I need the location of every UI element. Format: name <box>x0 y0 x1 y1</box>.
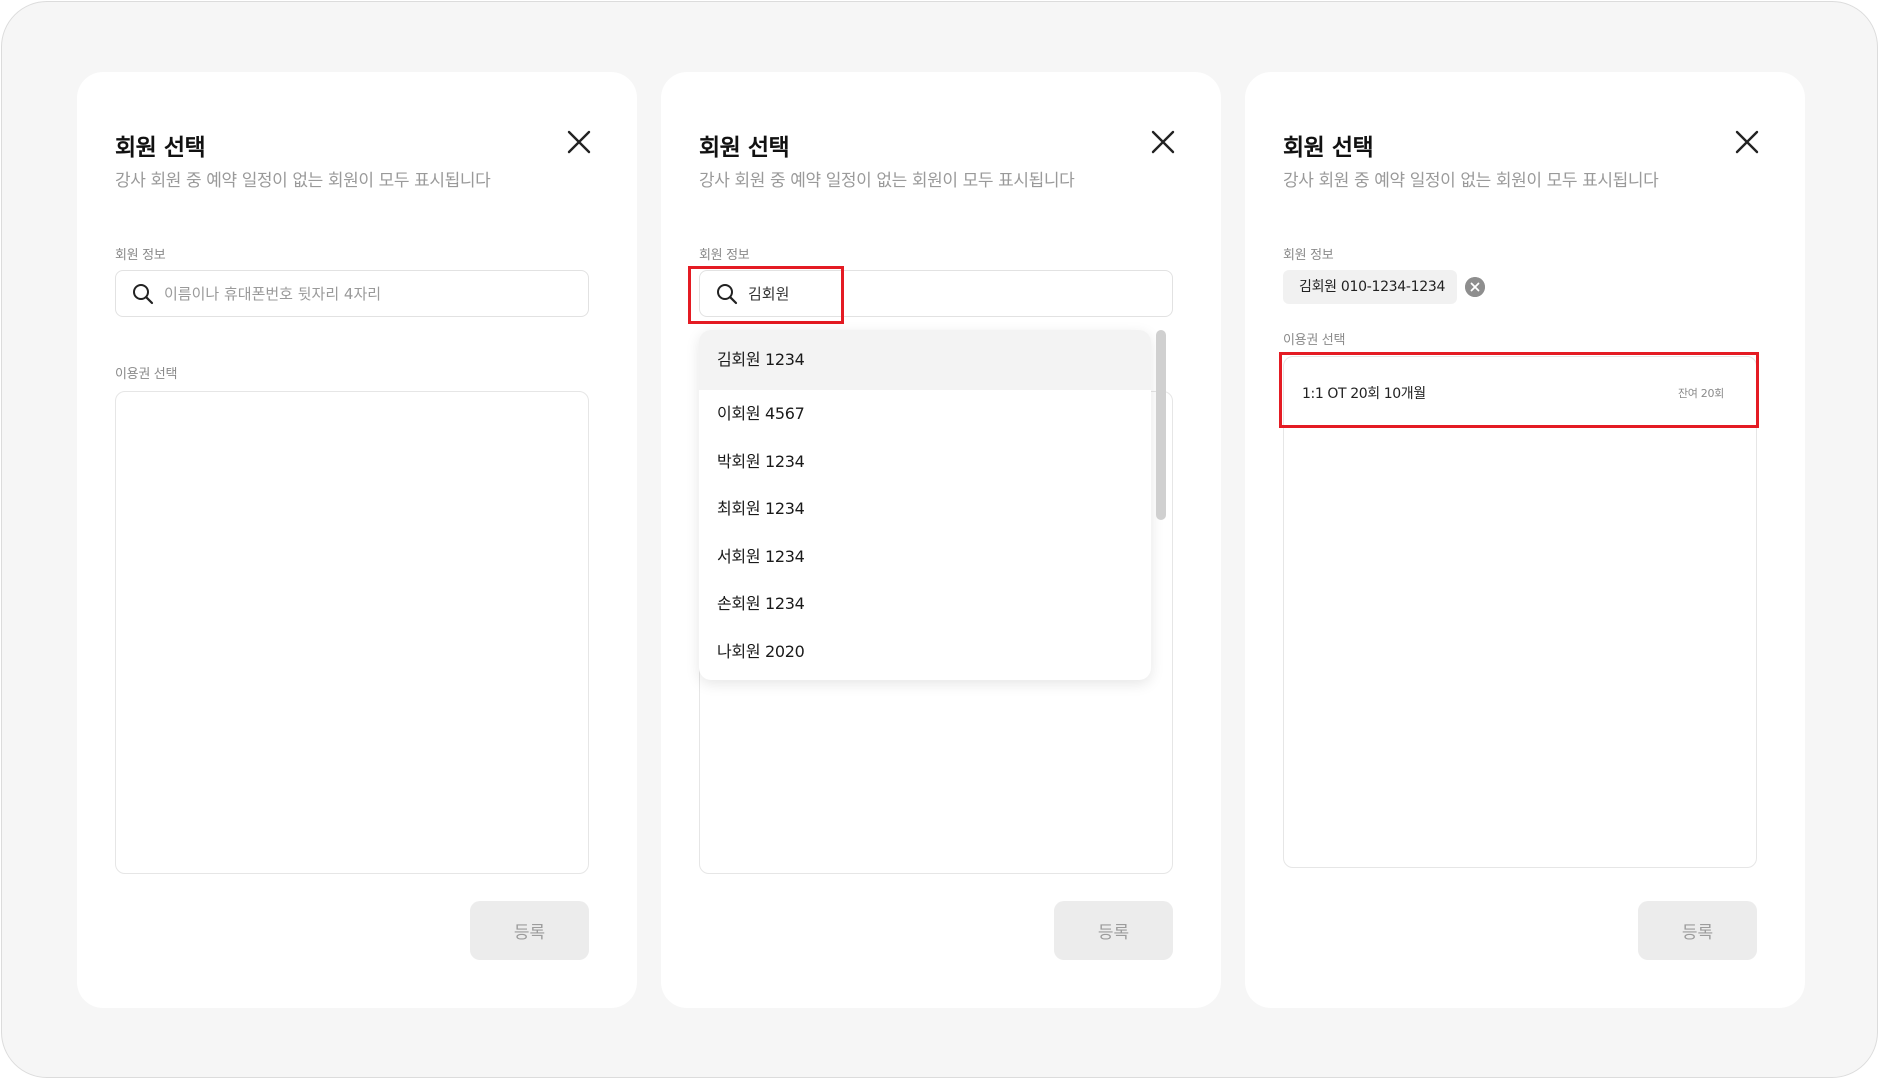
search-result-item[interactable]: 최회원 1234 <box>699 485 1151 533</box>
pass-select-label: 이용권 선택 <box>1283 333 1346 348</box>
search-result-item[interactable]: 나회원 2020 <box>699 628 1151 676</box>
member-info-label: 회원 정보 <box>115 248 166 263</box>
modal-subtitle: 강사 회원 중 예약 일정이 없는 회원이 모두 표시됩니다 <box>699 171 1075 191</box>
pass-select-label: 이용권 선택 <box>115 367 178 382</box>
search-icon <box>133 284 154 305</box>
close-icon[interactable] <box>564 127 594 157</box>
highlight-pass-option <box>1279 352 1759 428</box>
search-result-item[interactable]: 손회원 1234 <box>699 580 1151 628</box>
member-info-label: 회원 정보 <box>699 248 750 263</box>
modal-title: 회원 선택 <box>699 135 790 161</box>
search-input[interactable] <box>164 271 574 316</box>
search-result-item[interactable]: 박회원 1234 <box>699 438 1151 486</box>
member-search-field[interactable] <box>115 270 589 317</box>
modal-title: 회원 선택 <box>115 135 206 161</box>
search-result-item[interactable]: 이회원 4567 <box>699 390 1151 438</box>
member-select-modal-selected: 회원 선택 강사 회원 중 예약 일정이 없는 회원이 모두 표시됩니다 회원 … <box>1245 72 1805 1008</box>
search-result-item[interactable]: 김회원 1234 <box>699 330 1151 390</box>
pass-list-box <box>1283 356 1757 868</box>
selected-member-chip: 김회원 010-1234-1234 <box>1283 270 1457 304</box>
member-select-modal-searching: 회원 선택 강사 회원 중 예약 일정이 없는 회원이 모두 표시됩니다 회원 … <box>661 72 1221 1008</box>
modal-title: 회원 선택 <box>1283 135 1374 161</box>
pass-list-box <box>115 391 589 874</box>
close-icon[interactable] <box>1732 127 1762 157</box>
member-info-label: 회원 정보 <box>1283 248 1334 263</box>
search-result-item[interactable]: 서회원 1234 <box>699 533 1151 581</box>
dropdown-scrollbar[interactable] <box>1156 330 1166 520</box>
submit-button[interactable]: 등록 <box>1638 901 1757 960</box>
submit-button[interactable]: 등록 <box>1054 901 1173 960</box>
member-select-modal-empty: 회원 선택 강사 회원 중 예약 일정이 없는 회원이 모두 표시됩니다 회원 … <box>77 72 637 1008</box>
close-icon[interactable] <box>1148 127 1178 157</box>
modal-subtitle: 강사 회원 중 예약 일정이 없는 회원이 모두 표시됩니다 <box>115 171 491 191</box>
highlight-search-query <box>688 266 844 324</box>
search-results-dropdown: 김회원 1234 이회원 4567 박회원 1234 최회원 1234 서회원 … <box>699 330 1151 680</box>
clear-selection-icon[interactable] <box>1465 277 1485 297</box>
submit-button[interactable]: 등록 <box>470 901 589 960</box>
modal-subtitle: 강사 회원 중 예약 일정이 없는 회원이 모두 표시됩니다 <box>1283 171 1659 191</box>
